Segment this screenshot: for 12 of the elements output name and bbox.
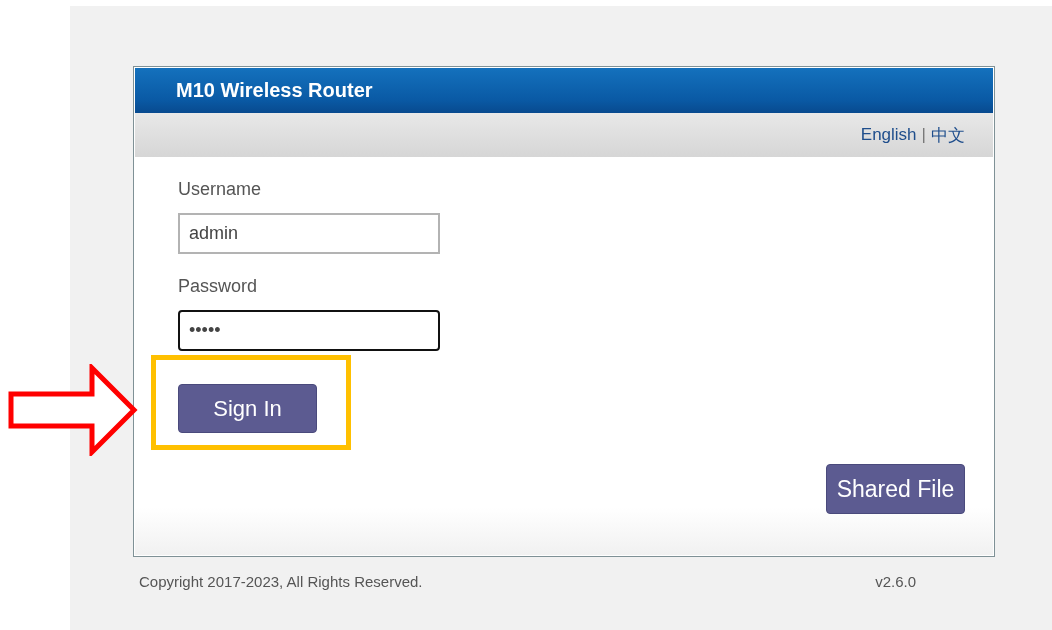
sign-in-button[interactable]: Sign In	[178, 384, 317, 433]
language-link[interactable]: English	[860, 125, 917, 145]
window-title: M10 Wireless Router	[135, 68, 993, 113]
password-field[interactable]: •••••	[178, 310, 440, 351]
shared-file-button[interactable]: Shared File	[826, 464, 965, 514]
copyright-text: Copyright 2017-2023, All Rights Reserved.	[139, 573, 423, 590]
version-text: v2.6.0	[875, 573, 916, 590]
field-label: Password	[178, 276, 258, 298]
username-field[interactable]: admin	[178, 213, 440, 254]
field-label: Username	[178, 179, 262, 201]
language-link[interactable]: 中文	[931, 123, 965, 147]
separator: |	[921, 125, 926, 145]
